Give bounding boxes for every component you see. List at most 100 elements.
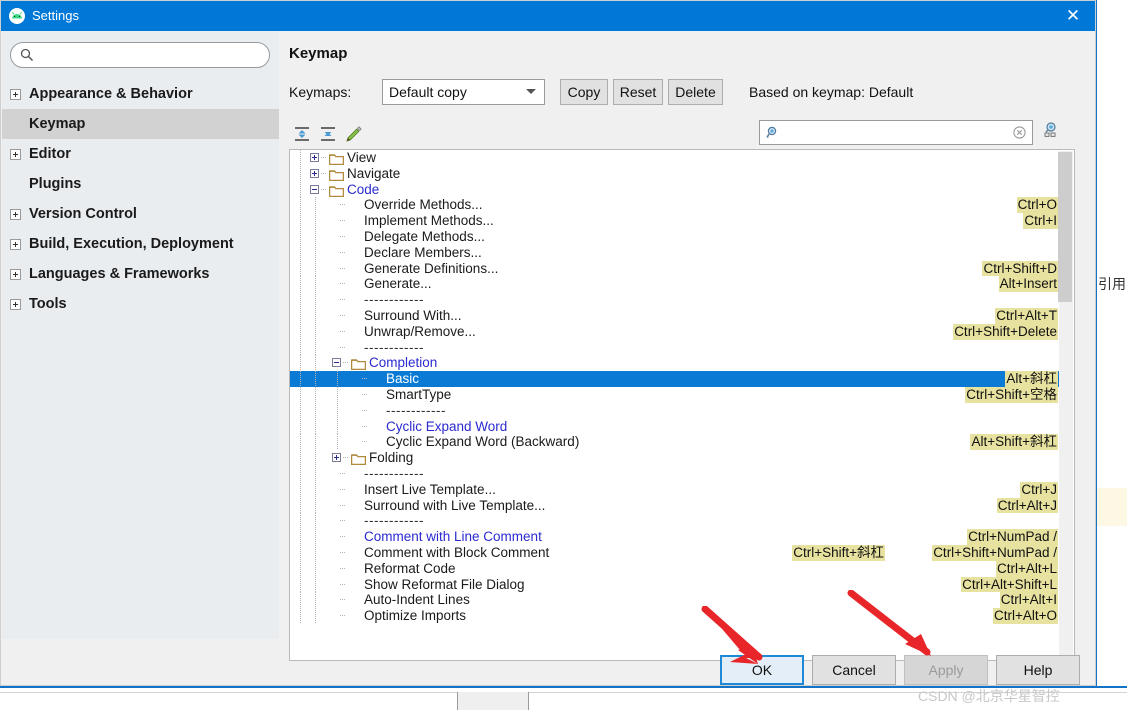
- tree-action-row[interactable]: Basic Alt+斜杠: [290, 371, 1060, 387]
- delete-button[interactable]: Delete: [668, 79, 723, 105]
- sidebar-item-languages-frameworks[interactable]: Languages & Frameworks: [2, 259, 279, 289]
- filter-by-shortcut-icon[interactable]: [1040, 120, 1062, 142]
- settings-search-box[interactable]: [10, 42, 270, 68]
- tree-action-row[interactable]: Auto-Indent Lines Ctrl+Alt+I: [290, 592, 1060, 609]
- shortcut-badge: Ctrl+Alt+O: [992, 608, 1058, 624]
- tree-action-row[interactable]: Generate Definitions... Ctrl+Shift+D: [290, 260, 1060, 277]
- tree-indent-guide: [300, 244, 301, 261]
- tree-action-row[interactable]: Unwrap/Remove... Ctrl+Shift+Delete: [290, 323, 1060, 340]
- tree-action-row[interactable]: Surround with Live Template... Ctrl+Alt+J: [290, 497, 1060, 514]
- tree-row-label: Folding: [369, 450, 414, 466]
- tree-indent-guide: [300, 544, 301, 561]
- sidebar-item-label: Appearance & Behavior: [29, 86, 193, 102]
- sidebar-item-appearance-behavior[interactable]: Appearance & Behavior: [2, 79, 279, 109]
- sidebar-item-plugins[interactable]: Plugins: [2, 169, 279, 199]
- tree-indent-guide: [300, 323, 301, 340]
- expand-node-icon[interactable]: [310, 153, 319, 162]
- tree-group-row[interactable]: View: [290, 150, 1060, 166]
- shortcut-badge: Ctrl+I: [1023, 213, 1058, 229]
- tree-action-row[interactable]: Cyclic Expand Word (Backward) Alt+Shift+斜…: [290, 434, 1060, 451]
- find-shortcut-box[interactable]: [759, 120, 1033, 145]
- keymap-tree[interactable]: View Navigate Code Override Methods... Ctrl+…: [289, 149, 1075, 661]
- tree-action-row[interactable]: Reformat Code Ctrl+Alt+L: [290, 560, 1060, 577]
- tree-action-row[interactable]: Implement Methods... Ctrl+I: [290, 213, 1060, 229]
- tree-indent-guide: [300, 165, 301, 182]
- collapse-node-icon[interactable]: [310, 184, 319, 194]
- sidebar-item-build-execution-deployment[interactable]: Build, Execution, Deployment: [2, 229, 279, 259]
- no-expand-icon: [10, 119, 21, 130]
- shortcut-badge: Ctrl+Shift+Delete: [953, 323, 1058, 340]
- tree-group-row[interactable]: Code: [290, 181, 1060, 198]
- keymaps-label: Keymaps:: [289, 84, 352, 100]
- tree-group-row[interactable]: Folding: [290, 450, 1060, 466]
- tree-indent-guide: [315, 244, 316, 261]
- ok-button[interactable]: OK: [720, 655, 804, 685]
- collapse-all-icon[interactable]: [317, 123, 339, 145]
- tree-indent-guide: [315, 213, 316, 229]
- tree-scrollbar-thumb[interactable]: [1058, 152, 1072, 302]
- tree-indent-guide: [315, 260, 316, 277]
- tree-action-row[interactable]: Delegate Methods...: [290, 228, 1060, 245]
- expand-icon[interactable]: [10, 268, 21, 280]
- tree-indent-guide: [315, 592, 316, 609]
- tree-connector: [340, 314, 346, 316]
- tree-action-row[interactable]: Comment with Block Comment Ctrl+Shift+Num…: [290, 544, 1060, 561]
- shortcut-badge: Ctrl+Shift+空格: [965, 386, 1058, 403]
- tree-connector: [362, 378, 368, 380]
- tree-row-label: Code: [347, 181, 380, 197]
- expand-icon[interactable]: [10, 208, 21, 220]
- tree-indent-guide: [300, 608, 301, 624]
- tree-indent-guide: [300, 197, 301, 214]
- collapse-node-icon[interactable]: [332, 358, 341, 368]
- search-input[interactable]: [39, 46, 265, 67]
- tree-indent-guide: [300, 402, 301, 419]
- edit-shortcut-icon[interactable]: [343, 123, 365, 145]
- tree-indent-guide: [315, 544, 316, 561]
- keymap-select[interactable]: Default copy: [382, 79, 545, 105]
- tree-action-row[interactable]: Insert Live Template... Ctrl+J: [290, 481, 1060, 498]
- tree-group-row[interactable]: Navigate: [290, 165, 1060, 182]
- shortcut-badge: Ctrl+J: [1020, 481, 1058, 498]
- reset-button[interactable]: Reset: [613, 79, 663, 105]
- sidebar-item-editor[interactable]: Editor: [2, 139, 279, 169]
- expand-node-icon[interactable]: [332, 453, 341, 463]
- tree-row-label: ------------: [386, 402, 446, 418]
- tree-action-row[interactable]: Surround With... Ctrl+Alt+T: [290, 307, 1060, 324]
- tree-action-row[interactable]: Cyclic Expand Word: [290, 418, 1060, 435]
- tree-action-row[interactable]: Generate... Alt+Insert: [290, 276, 1060, 293]
- tree-indent-guide: [315, 386, 316, 403]
- tree-connector: [340, 504, 346, 506]
- expand-all-icon[interactable]: [291, 123, 313, 145]
- tree-action-row[interactable]: Comment with Line Comment Ctrl+NumPad /: [290, 529, 1060, 545]
- sidebar-item-keymap[interactable]: Keymap: [2, 109, 279, 139]
- expand-node-icon[interactable]: [310, 168, 319, 178]
- tree-action-row[interactable]: Declare Members...: [290, 244, 1060, 261]
- page-title: Keymap: [289, 45, 348, 62]
- find-shortcut-icon: [765, 125, 781, 141]
- tree-action-row[interactable]: Optimize Imports Ctrl+Alt+O: [290, 608, 1060, 624]
- tree-action-row[interactable]: Show Reformat File Dialog Ctrl+Alt+Shift+…: [290, 576, 1060, 593]
- sidebar-item-version-control[interactable]: Version Control: [2, 199, 279, 229]
- background-bottom-tab[interactable]: [457, 692, 529, 710]
- close-icon[interactable]: ✕: [1051, 1, 1095, 31]
- tree-indent-guide: [300, 228, 301, 245]
- expand-icon[interactable]: [10, 88, 21, 100]
- expand-icon[interactable]: [10, 298, 21, 310]
- sidebar-item-tools[interactable]: Tools: [2, 289, 279, 319]
- help-button[interactable]: Help: [996, 655, 1080, 685]
- shortcut-badge: Alt+Insert: [998, 276, 1058, 293]
- find-shortcut-input[interactable]: [786, 124, 1000, 143]
- tree-indent-guide: [300, 418, 301, 435]
- tree-row-label: Surround with Live Template...: [364, 497, 546, 513]
- copy-button[interactable]: Copy: [560, 79, 608, 105]
- tree-group-row[interactable]: Completion: [290, 355, 1060, 372]
- tree-action-row[interactable]: SmartType Ctrl+Shift+空格: [290, 386, 1060, 403]
- tree-scrollbar[interactable]: [1058, 151, 1073, 660]
- expand-icon[interactable]: [10, 148, 21, 160]
- tree-connector: [362, 393, 368, 395]
- tree-action-row[interactable]: Override Methods... Ctrl+O: [290, 197, 1060, 214]
- expand-icon[interactable]: [10, 238, 21, 250]
- clear-icon[interactable]: [1013, 126, 1026, 139]
- cancel-button[interactable]: Cancel: [812, 655, 896, 685]
- shortcut-badge: Ctrl+Shift+D: [982, 260, 1058, 277]
